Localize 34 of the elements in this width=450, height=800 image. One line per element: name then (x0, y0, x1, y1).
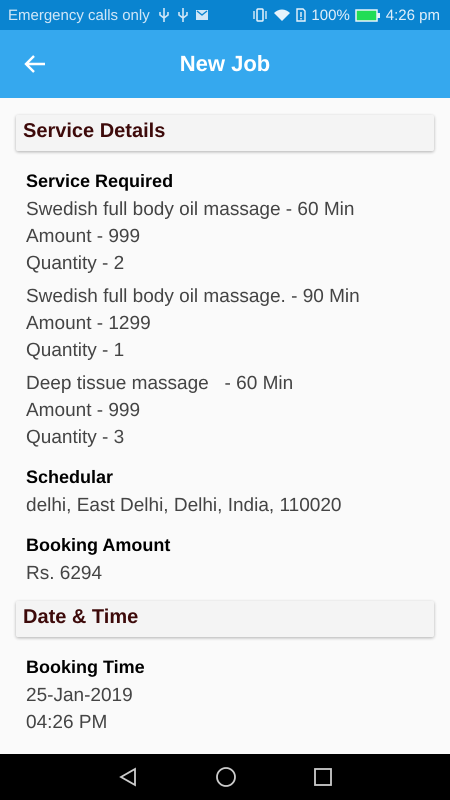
field-value: Swedish full body oil massage - 60 Min (26, 198, 356, 222)
field-value: Quantity - 3 (26, 426, 126, 450)
usb-icon (176, 7, 190, 23)
recents-icon[interactable] (314, 768, 332, 786)
back-icon[interactable] (118, 767, 138, 787)
field-label: Booking Amount (26, 534, 172, 557)
home-icon[interactable] (214, 766, 237, 788)
vibrate-icon (252, 8, 268, 22)
back-arrow-icon (24, 54, 46, 74)
field-label: Service Required (26, 170, 174, 193)
field-value: Quantity - 2 (26, 252, 126, 276)
field-value: Amount - 999 (26, 399, 142, 423)
battery-text: 100% (311, 6, 350, 24)
field-value: Swedish full body oil massage. - 90 Min (26, 285, 361, 309)
field-value: Deep tissue massage - 60 Min (26, 372, 294, 396)
field-value: Quantity - 1 (26, 339, 126, 363)
wifi-icon (273, 8, 292, 22)
field-value: delhi, East Delhi, Delhi, India, 110020 (26, 494, 342, 518)
field-value: 25-Jan-2019 (26, 684, 134, 708)
field-label: Schedular (26, 466, 114, 489)
section-header: Date & Time (16, 601, 434, 637)
clock-text: 4:26 pm (386, 6, 440, 24)
field-value: Amount - 999 (26, 225, 142, 249)
section-header: Service Details (16, 115, 434, 151)
field-value: Amount - 1299 (26, 312, 152, 336)
carrier-text: Emergency calls only (8, 6, 150, 24)
battery-icon (354, 8, 381, 22)
mail-icon (194, 9, 209, 21)
sim-icon (296, 8, 306, 22)
field-value: Rs. 6294 (26, 562, 104, 586)
usb-icon (156, 7, 171, 23)
field-value: 04:26 PM (26, 711, 108, 735)
screen-title: New Job (180, 51, 270, 77)
field-label: Booking Time (26, 656, 146, 679)
